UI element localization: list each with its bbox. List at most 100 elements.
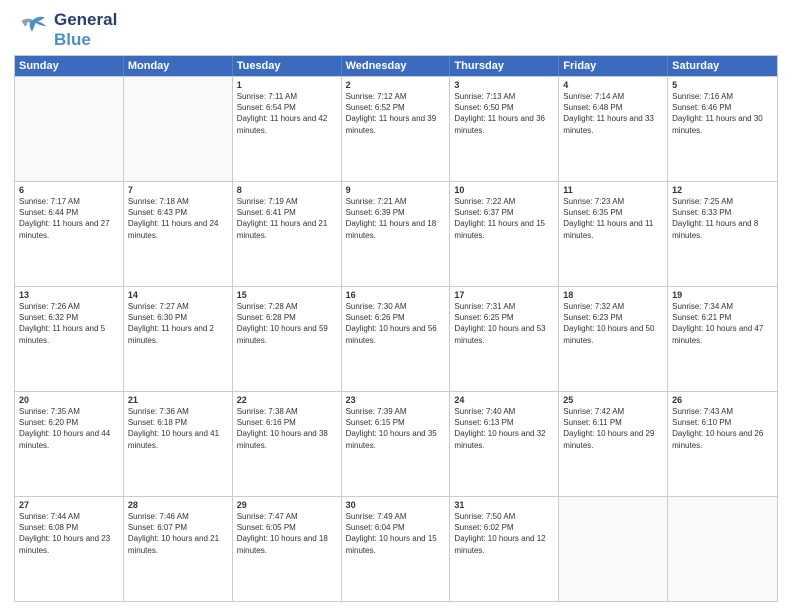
calendar-cell: 31Sunrise: 7:50 AMSunset: 6:02 PMDayligh…: [450, 497, 559, 601]
day-number: 24: [454, 395, 554, 405]
calendar-cell: 13Sunrise: 7:26 AMSunset: 6:32 PMDayligh…: [15, 287, 124, 391]
calendar-cell: 14Sunrise: 7:27 AMSunset: 6:30 PMDayligh…: [124, 287, 233, 391]
calendar-cell: 20Sunrise: 7:35 AMSunset: 6:20 PMDayligh…: [15, 392, 124, 496]
day-info: Sunrise: 7:14 AMSunset: 6:48 PMDaylight:…: [563, 91, 663, 136]
day-number: 14: [128, 290, 228, 300]
day-info: Sunrise: 7:39 AMSunset: 6:15 PMDaylight:…: [346, 406, 446, 451]
day-number: 3: [454, 80, 554, 90]
header: General Blue: [14, 10, 778, 49]
day-info: Sunrise: 7:19 AMSunset: 6:41 PMDaylight:…: [237, 196, 337, 241]
page: General Blue SundayMondayTuesdayWednesda…: [0, 0, 792, 612]
logo-text: General Blue: [54, 10, 117, 49]
calendar-cell: 27Sunrise: 7:44 AMSunset: 6:08 PMDayligh…: [15, 497, 124, 601]
calendar-cell: 11Sunrise: 7:23 AMSunset: 6:35 PMDayligh…: [559, 182, 668, 286]
day-number: 15: [237, 290, 337, 300]
day-number: 21: [128, 395, 228, 405]
calendar-cell: 15Sunrise: 7:28 AMSunset: 6:28 PMDayligh…: [233, 287, 342, 391]
day-number: 5: [672, 80, 773, 90]
calendar-cell: 29Sunrise: 7:47 AMSunset: 6:05 PMDayligh…: [233, 497, 342, 601]
day-number: 20: [19, 395, 119, 405]
day-number: 28: [128, 500, 228, 510]
calendar-cell: 30Sunrise: 7:49 AMSunset: 6:04 PMDayligh…: [342, 497, 451, 601]
day-info: Sunrise: 7:35 AMSunset: 6:20 PMDaylight:…: [19, 406, 119, 451]
logo-icon: [14, 12, 50, 48]
calendar-row: 27Sunrise: 7:44 AMSunset: 6:08 PMDayligh…: [15, 496, 777, 601]
calendar-cell: 9Sunrise: 7:21 AMSunset: 6:39 PMDaylight…: [342, 182, 451, 286]
calendar-cell: [668, 497, 777, 601]
day-number: 4: [563, 80, 663, 90]
day-number: 1: [237, 80, 337, 90]
calendar-cell: 16Sunrise: 7:30 AMSunset: 6:26 PMDayligh…: [342, 287, 451, 391]
day-info: Sunrise: 7:28 AMSunset: 6:28 PMDaylight:…: [237, 301, 337, 346]
day-of-week-header: Sunday: [15, 56, 124, 76]
day-info: Sunrise: 7:16 AMSunset: 6:46 PMDaylight:…: [672, 91, 773, 136]
calendar-cell: 24Sunrise: 7:40 AMSunset: 6:13 PMDayligh…: [450, 392, 559, 496]
calendar-cell: 28Sunrise: 7:46 AMSunset: 6:07 PMDayligh…: [124, 497, 233, 601]
day-number: 7: [128, 185, 228, 195]
calendar-row: 13Sunrise: 7:26 AMSunset: 6:32 PMDayligh…: [15, 286, 777, 391]
day-info: Sunrise: 7:46 AMSunset: 6:07 PMDaylight:…: [128, 511, 228, 556]
calendar-row: 20Sunrise: 7:35 AMSunset: 6:20 PMDayligh…: [15, 391, 777, 496]
day-info: Sunrise: 7:42 AMSunset: 6:11 PMDaylight:…: [563, 406, 663, 451]
calendar-cell: 8Sunrise: 7:19 AMSunset: 6:41 PMDaylight…: [233, 182, 342, 286]
day-info: Sunrise: 7:12 AMSunset: 6:52 PMDaylight:…: [346, 91, 446, 136]
day-info: Sunrise: 7:43 AMSunset: 6:10 PMDaylight:…: [672, 406, 773, 451]
day-info: Sunrise: 7:25 AMSunset: 6:33 PMDaylight:…: [672, 196, 773, 241]
calendar-cell: 5Sunrise: 7:16 AMSunset: 6:46 PMDaylight…: [668, 77, 777, 181]
calendar-row: 1Sunrise: 7:11 AMSunset: 6:54 PMDaylight…: [15, 76, 777, 181]
day-number: 31: [454, 500, 554, 510]
calendar-cell: 25Sunrise: 7:42 AMSunset: 6:11 PMDayligh…: [559, 392, 668, 496]
day-info: Sunrise: 7:50 AMSunset: 6:02 PMDaylight:…: [454, 511, 554, 556]
day-info: Sunrise: 7:17 AMSunset: 6:44 PMDaylight:…: [19, 196, 119, 241]
day-number: 19: [672, 290, 773, 300]
calendar-cell: [124, 77, 233, 181]
day-number: 11: [563, 185, 663, 195]
day-info: Sunrise: 7:27 AMSunset: 6:30 PMDaylight:…: [128, 301, 228, 346]
day-info: Sunrise: 7:38 AMSunset: 6:16 PMDaylight:…: [237, 406, 337, 451]
day-number: 16: [346, 290, 446, 300]
calendar-cell: 18Sunrise: 7:32 AMSunset: 6:23 PMDayligh…: [559, 287, 668, 391]
day-number: 22: [237, 395, 337, 405]
day-number: 29: [237, 500, 337, 510]
calendar-cell: 10Sunrise: 7:22 AMSunset: 6:37 PMDayligh…: [450, 182, 559, 286]
calendar-cell: [15, 77, 124, 181]
calendar-cell: 7Sunrise: 7:18 AMSunset: 6:43 PMDaylight…: [124, 182, 233, 286]
day-of-week-header: Thursday: [450, 56, 559, 76]
day-info: Sunrise: 7:30 AMSunset: 6:26 PMDaylight:…: [346, 301, 446, 346]
day-info: Sunrise: 7:23 AMSunset: 6:35 PMDaylight:…: [563, 196, 663, 241]
day-of-week-header: Tuesday: [233, 56, 342, 76]
calendar-cell: 22Sunrise: 7:38 AMSunset: 6:16 PMDayligh…: [233, 392, 342, 496]
day-info: Sunrise: 7:32 AMSunset: 6:23 PMDaylight:…: [563, 301, 663, 346]
day-info: Sunrise: 7:31 AMSunset: 6:25 PMDaylight:…: [454, 301, 554, 346]
day-number: 13: [19, 290, 119, 300]
day-info: Sunrise: 7:49 AMSunset: 6:04 PMDaylight:…: [346, 511, 446, 556]
calendar-cell: 23Sunrise: 7:39 AMSunset: 6:15 PMDayligh…: [342, 392, 451, 496]
day-number: 25: [563, 395, 663, 405]
calendar-cell: 6Sunrise: 7:17 AMSunset: 6:44 PMDaylight…: [15, 182, 124, 286]
day-info: Sunrise: 7:36 AMSunset: 6:18 PMDaylight:…: [128, 406, 228, 451]
calendar-row: 6Sunrise: 7:17 AMSunset: 6:44 PMDaylight…: [15, 181, 777, 286]
calendar-body: 1Sunrise: 7:11 AMSunset: 6:54 PMDaylight…: [15, 76, 777, 601]
day-number: 12: [672, 185, 773, 195]
calendar-cell: 3Sunrise: 7:13 AMSunset: 6:50 PMDaylight…: [450, 77, 559, 181]
day-info: Sunrise: 7:22 AMSunset: 6:37 PMDaylight:…: [454, 196, 554, 241]
calendar-cell: 2Sunrise: 7:12 AMSunset: 6:52 PMDaylight…: [342, 77, 451, 181]
day-number: 26: [672, 395, 773, 405]
calendar-cell: 1Sunrise: 7:11 AMSunset: 6:54 PMDaylight…: [233, 77, 342, 181]
day-number: 18: [563, 290, 663, 300]
day-number: 10: [454, 185, 554, 195]
calendar-cell: [559, 497, 668, 601]
day-info: Sunrise: 7:40 AMSunset: 6:13 PMDaylight:…: [454, 406, 554, 451]
day-number: 30: [346, 500, 446, 510]
calendar-cell: 17Sunrise: 7:31 AMSunset: 6:25 PMDayligh…: [450, 287, 559, 391]
day-info: Sunrise: 7:21 AMSunset: 6:39 PMDaylight:…: [346, 196, 446, 241]
calendar-cell: 21Sunrise: 7:36 AMSunset: 6:18 PMDayligh…: [124, 392, 233, 496]
calendar: SundayMondayTuesdayWednesdayThursdayFrid…: [14, 55, 778, 602]
day-of-week-header: Wednesday: [342, 56, 451, 76]
day-info: Sunrise: 7:44 AMSunset: 6:08 PMDaylight:…: [19, 511, 119, 556]
day-number: 6: [19, 185, 119, 195]
calendar-cell: 19Sunrise: 7:34 AMSunset: 6:21 PMDayligh…: [668, 287, 777, 391]
day-number: 17: [454, 290, 554, 300]
day-of-week-header: Friday: [559, 56, 668, 76]
calendar-cell: 26Sunrise: 7:43 AMSunset: 6:10 PMDayligh…: [668, 392, 777, 496]
